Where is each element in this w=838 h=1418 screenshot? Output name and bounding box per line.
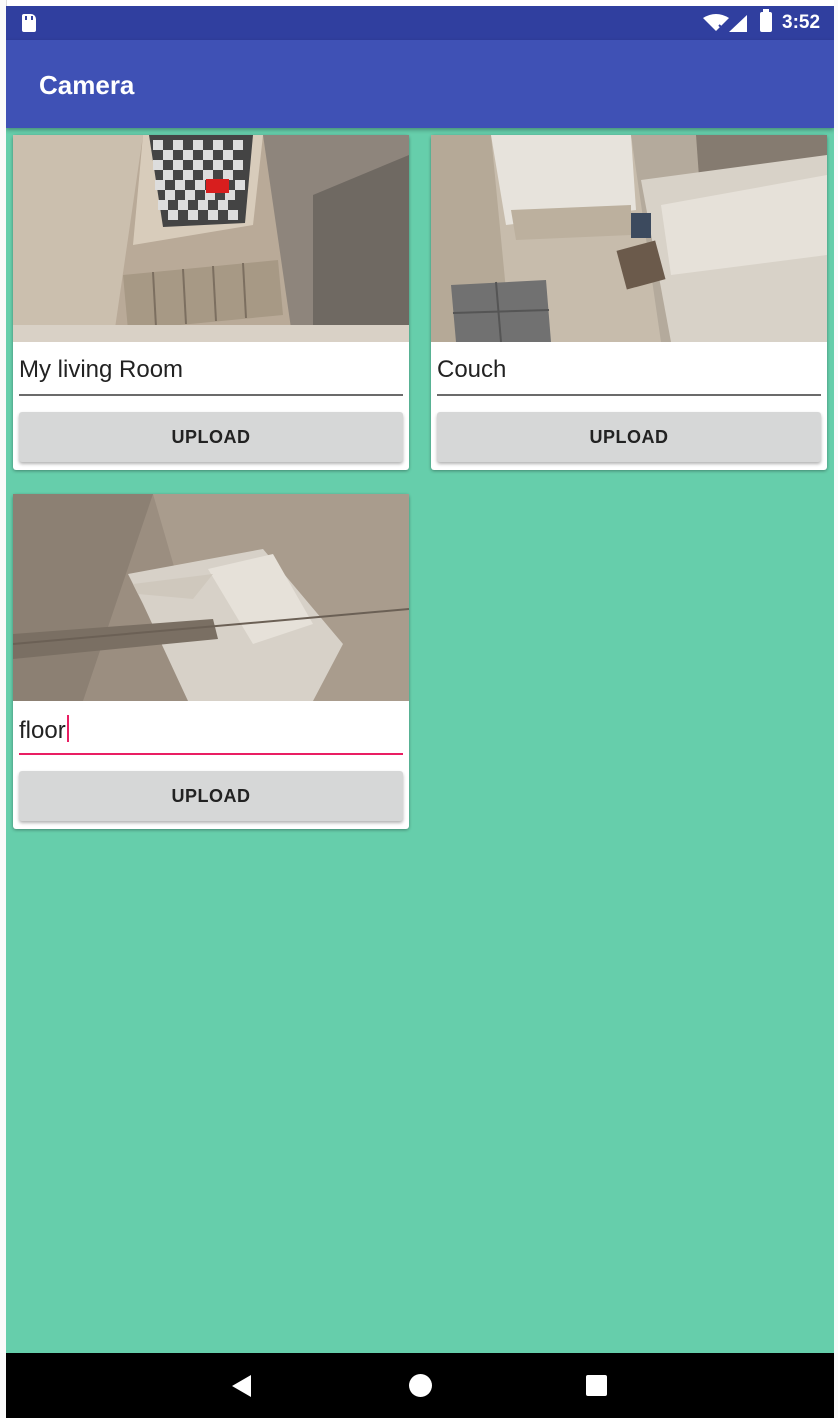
status-bar: 3:52 (6, 6, 834, 40)
title-input[interactable]: Couch (437, 348, 821, 396)
title-input-value: Couch (437, 356, 507, 383)
upload-button[interactable]: UPLOAD (19, 771, 403, 821)
photo-card: floor UPLOAD (13, 494, 409, 829)
app-title: Camera (39, 70, 135, 100)
photo-card: Couch UPLOAD (431, 135, 827, 470)
text-cursor (66, 715, 69, 742)
floor-photo (13, 494, 409, 701)
title-input[interactable]: My living Room (19, 348, 403, 396)
recents-icon[interactable] (586, 1375, 607, 1396)
signal-icon (729, 15, 747, 32)
background-page-right (834, 0, 838, 1418)
wifi-icon (703, 14, 729, 31)
living-room-photo (13, 135, 409, 342)
sd-card-icon (22, 14, 36, 32)
navigation-bar (6, 1353, 834, 1418)
battery-icon (760, 9, 772, 32)
back-icon[interactable] (232, 1375, 251, 1397)
title-input-value: My living Room (19, 356, 184, 383)
app-bar: Camera (6, 40, 834, 128)
title-input[interactable]: floor (19, 707, 403, 755)
title-input-value: floor (19, 715, 69, 745)
upload-button[interactable]: UPLOAD (437, 412, 821, 462)
photo-card: My living Room UPLOAD (13, 135, 409, 470)
device-screen: 3:52 Camera My living Room UPLOAD Couch … (6, 6, 834, 1418)
status-time: 3:52 (782, 12, 821, 33)
couch-photo (431, 135, 827, 342)
upload-button[interactable]: UPLOAD (19, 412, 403, 462)
home-icon[interactable] (409, 1374, 432, 1397)
